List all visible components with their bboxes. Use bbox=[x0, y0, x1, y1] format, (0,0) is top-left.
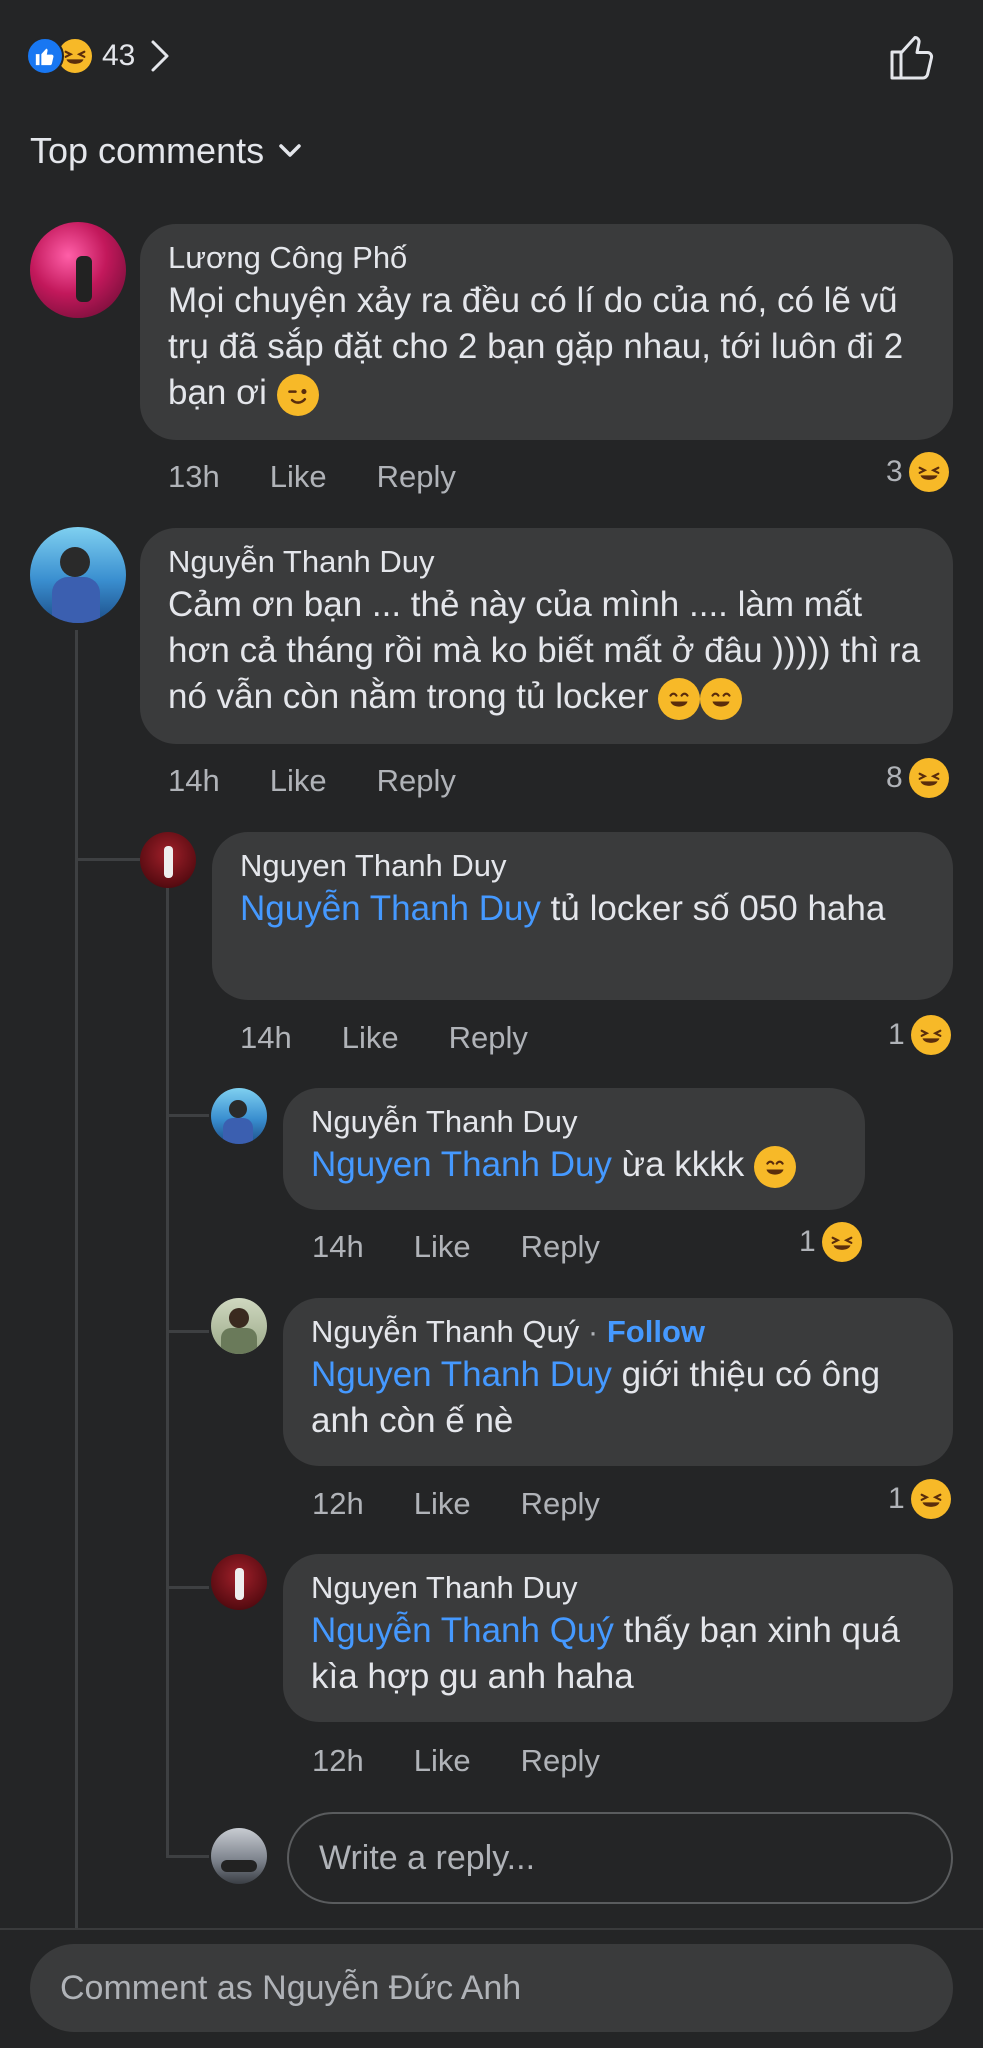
reply-bubble: Nguyen Thanh Duy Nguyễn Thanh Duy tủ loc… bbox=[212, 832, 953, 1000]
comment-placeholder: Comment as Nguyễn Đức Anh bbox=[60, 1968, 522, 2007]
reply-author-name[interactable]: Nguyễn Thanh Quý bbox=[311, 1314, 579, 1349]
comment-time: 14h bbox=[168, 763, 220, 798]
avatar bbox=[211, 1828, 267, 1884]
reply-text: Nguyễn Thanh Quý thấy bạn xinh quá kìa h… bbox=[311, 1611, 900, 1696]
avatar[interactable] bbox=[30, 222, 126, 318]
reply-author[interactable]: Nguyen Thanh Duy bbox=[240, 846, 925, 886]
reply-text: Nguyen Thanh Duy ừa kkkk bbox=[311, 1142, 837, 1188]
reaction-number: 1 bbox=[799, 1225, 816, 1258]
thread-line bbox=[166, 1330, 209, 1333]
chevron-down-icon bbox=[279, 144, 301, 157]
mention-link[interactable]: Nguyễn Thanh Quý bbox=[311, 1611, 614, 1650]
reaction-number: 1 bbox=[888, 1482, 905, 1515]
reply-reaction-count[interactable]: 1 bbox=[888, 1015, 951, 1055]
sort-label: Top comments bbox=[30, 130, 265, 171]
reply-actions: 14h Like Reply bbox=[240, 1020, 578, 1056]
reply-time: 14h bbox=[240, 1020, 292, 1055]
reply-actions: 12h Like Reply bbox=[312, 1743, 650, 1779]
haha-reaction-icon bbox=[910, 1479, 951, 1519]
reply-time: 14h bbox=[312, 1229, 364, 1264]
comment-bubble: Lương Công Phố Mọi chuyện xảy ra đều có … bbox=[140, 224, 953, 440]
haha-reaction-icon bbox=[910, 1015, 951, 1055]
follow-button[interactable]: Follow bbox=[607, 1314, 705, 1349]
comment-reaction-count[interactable]: 3 bbox=[886, 452, 949, 492]
reply-actions: 12h Like Reply bbox=[312, 1486, 650, 1522]
avatar[interactable] bbox=[211, 1088, 267, 1144]
comment-author[interactable]: Lương Công Phố bbox=[168, 238, 925, 278]
reply-author[interactable]: Nguyễn Thanh Duy bbox=[311, 1102, 837, 1142]
avatar[interactable] bbox=[30, 527, 126, 623]
comment-time: 13h bbox=[168, 459, 220, 494]
reply-reaction-count[interactable]: 1 bbox=[799, 1222, 862, 1262]
like-button[interactable]: Like bbox=[342, 1020, 399, 1056]
comment-reaction-count[interactable]: 8 bbox=[886, 758, 949, 798]
chevron-right-icon bbox=[151, 40, 169, 72]
reaction-number: 3 bbox=[886, 455, 903, 488]
avatar[interactable] bbox=[140, 832, 196, 888]
divider bbox=[0, 1928, 983, 1930]
comment-actions: 13h Like Reply bbox=[168, 459, 506, 495]
reply-bubble: Nguyễn Thanh Quý · Follow Nguyen Thanh D… bbox=[283, 1298, 953, 1466]
comment-actions: 14h Like Reply bbox=[168, 763, 506, 799]
reply-button[interactable]: Reply bbox=[521, 1229, 600, 1265]
thread-line bbox=[166, 1855, 209, 1858]
reply-button[interactable]: Reply bbox=[521, 1743, 600, 1779]
haha-reaction-icon bbox=[908, 452, 949, 492]
reply-text: Nguyen Thanh Duy giới thiệu có ông anh c… bbox=[311, 1355, 881, 1440]
mention-link[interactable]: Nguyễn Thanh Duy bbox=[240, 889, 541, 928]
like-button[interactable]: Like bbox=[414, 1486, 471, 1522]
wink-emoji-icon bbox=[276, 373, 319, 416]
reply-button[interactable]: Reply bbox=[521, 1486, 600, 1522]
reply-button[interactable]: Reply bbox=[377, 763, 456, 799]
reaction-number: 8 bbox=[886, 761, 903, 794]
reply-time: 12h bbox=[312, 1743, 364, 1778]
comment-text: Cảm ơn bạn ... thẻ này của mình .... làm… bbox=[168, 582, 925, 720]
mention-link[interactable]: Nguyen Thanh Duy bbox=[311, 1145, 612, 1184]
comment-author[interactable]: Nguyễn Thanh Duy bbox=[168, 542, 925, 582]
like-button[interactable]: Like bbox=[414, 1743, 471, 1779]
like-reaction-icon bbox=[26, 37, 64, 75]
reply-bubble: Nguyen Thanh Duy Nguyễn Thanh Quý thấy b… bbox=[283, 1554, 953, 1722]
reaction-number: 1 bbox=[888, 1018, 905, 1051]
reply-text: Nguyễn Thanh Duy tủ locker số 050 haha bbox=[240, 889, 886, 928]
reaction-count: 43 bbox=[102, 39, 136, 72]
reply-button[interactable]: Reply bbox=[449, 1020, 528, 1056]
reply-author[interactable]: Nguyen Thanh Duy bbox=[311, 1568, 925, 1608]
like-button[interactable]: Like bbox=[270, 459, 327, 495]
haha-reaction-icon bbox=[908, 758, 949, 798]
avatar[interactable] bbox=[211, 1554, 267, 1610]
mention-link[interactable]: Nguyen Thanh Duy bbox=[311, 1355, 612, 1394]
reply-author: Nguyễn Thanh Quý · Follow bbox=[311, 1314, 706, 1349]
reply-time: 12h bbox=[312, 1486, 364, 1521]
haha-reaction-icon bbox=[821, 1222, 862, 1262]
grinning-sweat-emoji-icon bbox=[700, 677, 743, 720]
reaction-summary[interactable]: 43 bbox=[26, 36, 171, 76]
thread-line bbox=[166, 1114, 209, 1117]
reply-actions: 14h Like Reply bbox=[312, 1229, 650, 1265]
thread-line bbox=[75, 858, 140, 861]
thread-line bbox=[166, 886, 169, 1855]
sort-selector[interactable]: Top comments bbox=[30, 130, 302, 172]
like-button[interactable]: Like bbox=[414, 1229, 471, 1265]
comment-text: Mọi chuyện xảy ra đều có lí do của nó, c… bbox=[168, 278, 925, 416]
like-button[interactable]: Like bbox=[270, 763, 327, 799]
grinning-emoji-icon bbox=[754, 1145, 797, 1188]
avatar[interactable] bbox=[211, 1298, 267, 1354]
like-thumb-icon[interactable] bbox=[887, 32, 937, 82]
reply-reaction-count[interactable]: 1 bbox=[888, 1479, 951, 1519]
thread-line bbox=[166, 1586, 209, 1589]
comment-bubble: Nguyễn Thanh Duy Cảm ơn bạn ... thẻ này … bbox=[140, 528, 953, 744]
reply-placeholder: Write a reply... bbox=[319, 1838, 536, 1877]
grinning-sweat-emoji-icon bbox=[658, 677, 701, 720]
write-reply-input[interactable]: Write a reply... bbox=[287, 1812, 953, 1904]
thread-line bbox=[75, 630, 78, 1928]
reply-button[interactable]: Reply bbox=[377, 459, 456, 495]
reply-bubble: Nguyễn Thanh Duy Nguyen Thanh Duy ừa kkk… bbox=[283, 1088, 865, 1210]
comment-input[interactable]: Comment as Nguyễn Đức Anh bbox=[30, 1944, 953, 2032]
